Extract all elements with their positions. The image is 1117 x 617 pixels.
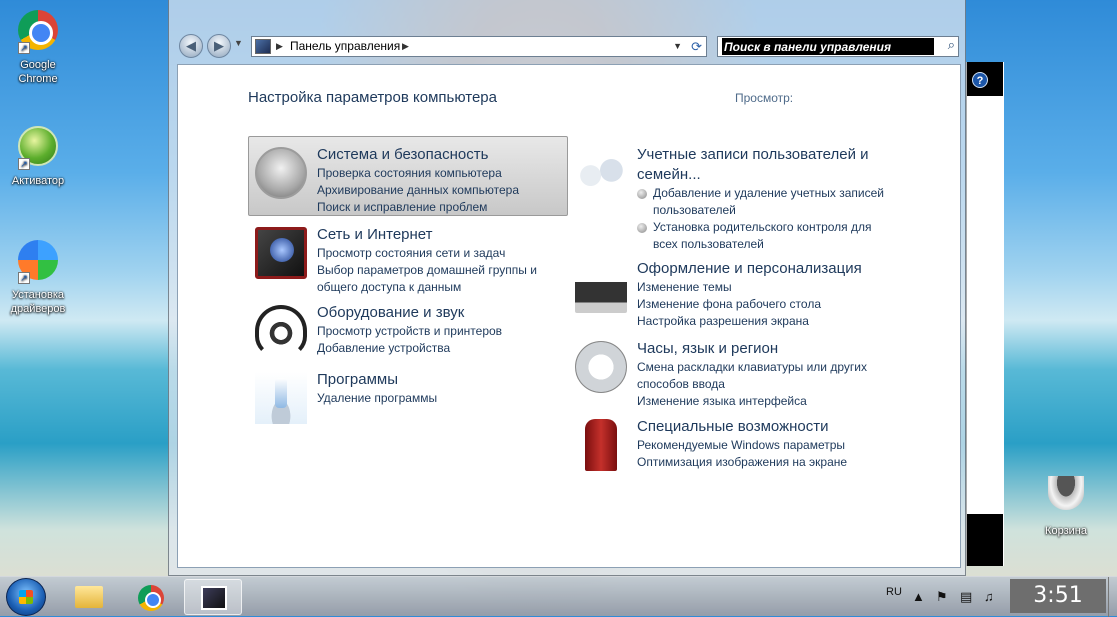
category-network[interactable]: Сеть и Интернет Просмотр состояния сети … bbox=[255, 225, 575, 295]
taskbar: RU ▲ ⚑ ▤ ♫ 3:51 bbox=[0, 576, 1117, 617]
forward-button[interactable]: ▶ bbox=[207, 34, 231, 58]
category-link[interactable]: Архивирование данных компьютера bbox=[317, 182, 577, 199]
category-title[interactable]: Специальные возможности bbox=[637, 417, 897, 437]
show-hidden-icons-icon[interactable]: ▲ bbox=[912, 589, 925, 604]
desktop-icon-recycle-bin[interactable]: Корзина bbox=[1030, 476, 1102, 538]
link-text: пользователей bbox=[653, 203, 736, 217]
category-link[interactable]: Добавление устройства bbox=[317, 340, 577, 357]
category-title[interactable]: Оборудование и звук bbox=[317, 303, 577, 323]
headphones-icon bbox=[255, 305, 307, 357]
category-title[interactable]: Часы, язык и регион bbox=[637, 339, 897, 359]
clock-icon bbox=[575, 341, 627, 393]
category-clock-region[interactable]: Часы, язык и регион Смена раскладки клав… bbox=[575, 339, 895, 409]
desktop-icon-label: Корзина bbox=[1045, 525, 1087, 537]
network-icon bbox=[255, 227, 307, 279]
category-link[interactable]: общего доступа к данным bbox=[317, 279, 577, 296]
search-icon[interactable]: ⌕ bbox=[948, 37, 955, 53]
desktop-icon-drivers[interactable]: ↗ Установка драйверов bbox=[2, 240, 74, 316]
control-panel-content: Настройка параметров компьютера Просмотр… bbox=[177, 64, 961, 568]
clock[interactable]: 3:51 bbox=[1010, 579, 1106, 613]
personalization-icon bbox=[575, 261, 627, 313]
category-hardware-sound[interactable]: Оборудование и звук Просмотр устройств и… bbox=[255, 303, 575, 363]
category-link[interactable]: Просмотр состояния сети и задач bbox=[317, 245, 577, 262]
users-icon bbox=[575, 147, 627, 199]
shortcut-arrow-icon: ↗ bbox=[18, 158, 30, 170]
network-status-icon[interactable]: ▤ bbox=[960, 589, 972, 605]
category-link[interactable]: Добавление и удаление учетных записей по… bbox=[637, 185, 892, 219]
taskbar-chrome-button[interactable] bbox=[122, 579, 180, 615]
help-icon[interactable]: ? bbox=[972, 72, 988, 88]
taskbar-control-panel-button[interactable] bbox=[184, 579, 242, 615]
control-panel-window: ◀ ▶ ▼ ▶ Панель управления ▶ ▼ ⟳ ⌕ Настро… bbox=[168, 0, 966, 576]
chrome-icon bbox=[138, 585, 164, 611]
category-link[interactable]: Установка родительского контроля для все… bbox=[637, 219, 892, 253]
link-text: Установка родительского контроля для bbox=[653, 220, 872, 234]
search-box[interactable]: ⌕ bbox=[717, 36, 959, 57]
start-button[interactable] bbox=[6, 578, 46, 616]
category-title[interactable]: Учетные записи пользователей и bbox=[637, 145, 892, 165]
category-programs[interactable]: Программы Удаление программы bbox=[255, 370, 577, 424]
breadcrumb-arrow-icon[interactable]: ▶ bbox=[402, 37, 409, 56]
accessibility-icon bbox=[585, 419, 617, 471]
folder-icon bbox=[75, 586, 103, 608]
desktop-icon-activator[interactable]: ↗ Активатор bbox=[2, 126, 74, 188]
link-text: Добавление и удаление учетных записей bbox=[653, 186, 885, 200]
category-link[interactable]: Настройка разрешения экрана bbox=[637, 313, 897, 330]
show-desktop-button[interactable] bbox=[1108, 577, 1117, 617]
shield-icon bbox=[255, 147, 307, 199]
category-link[interactable]: Выбор параметров домашней группы и bbox=[317, 262, 577, 279]
category-appearance[interactable]: Оформление и персонализация Изменение те… bbox=[575, 259, 895, 329]
desktop-icon-label: драйверов bbox=[10, 303, 66, 315]
navigation-bar: ◀ ▶ ▼ ▶ Панель управления ▶ ▼ ⟳ ⌕ bbox=[177, 34, 967, 58]
shortcut-arrow-icon: ↗ bbox=[18, 272, 30, 284]
page-title: Настройка параметров компьютера bbox=[248, 89, 497, 106]
shortcut-arrow-icon: ↗ bbox=[18, 42, 30, 54]
search-input[interactable] bbox=[722, 38, 934, 55]
category-link[interactable]: Изменение фона рабочего стола bbox=[637, 296, 897, 313]
breadcrumb-control-panel[interactable]: Панель управления bbox=[290, 37, 400, 56]
action-center-icon[interactable]: ⚑ bbox=[936, 589, 948, 605]
desktop-icon-label: Google bbox=[20, 59, 56, 71]
category-link[interactable]: Изменение темы bbox=[637, 279, 897, 296]
taskbar-explorer-button[interactable] bbox=[60, 579, 118, 615]
control-panel-icon bbox=[201, 586, 227, 610]
control-panel-icon bbox=[255, 39, 271, 54]
side-pane bbox=[966, 62, 1004, 566]
category-title[interactable]: Оформление и персонализация bbox=[637, 259, 897, 279]
breadcrumb-arrow-icon[interactable]: ▶ bbox=[276, 37, 283, 56]
refresh-icon[interactable]: ⟳ bbox=[691, 37, 702, 56]
back-button[interactable]: ◀ bbox=[179, 34, 203, 58]
link-text: всех пользователей bbox=[653, 237, 764, 251]
view-by-label[interactable]: Просмотр: bbox=[735, 91, 793, 105]
category-link[interactable]: Оптимизация изображения на экране bbox=[637, 454, 897, 471]
category-link[interactable]: Изменение языка интерфейса bbox=[637, 393, 897, 410]
category-title[interactable]: Система и безопасность bbox=[317, 145, 577, 165]
category-link[interactable]: Рекомендуемые Windows параметры bbox=[637, 437, 897, 454]
programs-icon bbox=[255, 372, 307, 424]
category-link[interactable]: Удаление программы bbox=[317, 390, 577, 407]
category-title[interactable]: Программы bbox=[317, 370, 577, 390]
system-tray: RU ▲ ⚑ ▤ ♫ bbox=[880, 577, 1010, 617]
category-link[interactable]: Поиск и исправление проблем bbox=[317, 199, 577, 216]
desktop-icon-label: Chrome bbox=[18, 73, 58, 85]
category-link[interactable]: способов ввода bbox=[637, 376, 897, 393]
desktop-icon-label: Активатор bbox=[11, 175, 65, 187]
category-link[interactable]: Проверка состояния компьютера bbox=[317, 165, 577, 182]
category-title[interactable]: Сеть и Интернет bbox=[317, 225, 577, 245]
category-link[interactable]: Смена раскладки клавиатуры или других bbox=[637, 359, 897, 376]
language-indicator[interactable]: RU bbox=[886, 586, 902, 598]
category-user-accounts[interactable]: Учетные записи пользователей и семейн...… bbox=[575, 145, 895, 251]
address-dropdown-icon[interactable]: ▼ bbox=[673, 37, 682, 56]
category-accessibility[interactable]: Специальные возможности Рекомендуемые Wi… bbox=[575, 417, 895, 477]
recycle-bin-icon bbox=[1048, 476, 1084, 510]
address-bar[interactable]: ▶ Панель управления ▶ ▼ ⟳ bbox=[251, 36, 707, 57]
side-pane-footer bbox=[967, 514, 1003, 566]
desktop-icon-label: Установка bbox=[12, 289, 64, 301]
volume-icon[interactable]: ♫ bbox=[984, 589, 994, 604]
category-system-security[interactable]: Система и безопасность Проверка состояни… bbox=[248, 136, 577, 225]
recent-pages-dropdown[interactable]: ▼ bbox=[234, 38, 243, 48]
category-title[interactable]: семейн... bbox=[637, 165, 892, 185]
category-link[interactable]: Просмотр устройств и принтеров bbox=[317, 323, 577, 340]
desktop-icon-chrome[interactable]: ↗ Google Chrome bbox=[2, 10, 74, 86]
